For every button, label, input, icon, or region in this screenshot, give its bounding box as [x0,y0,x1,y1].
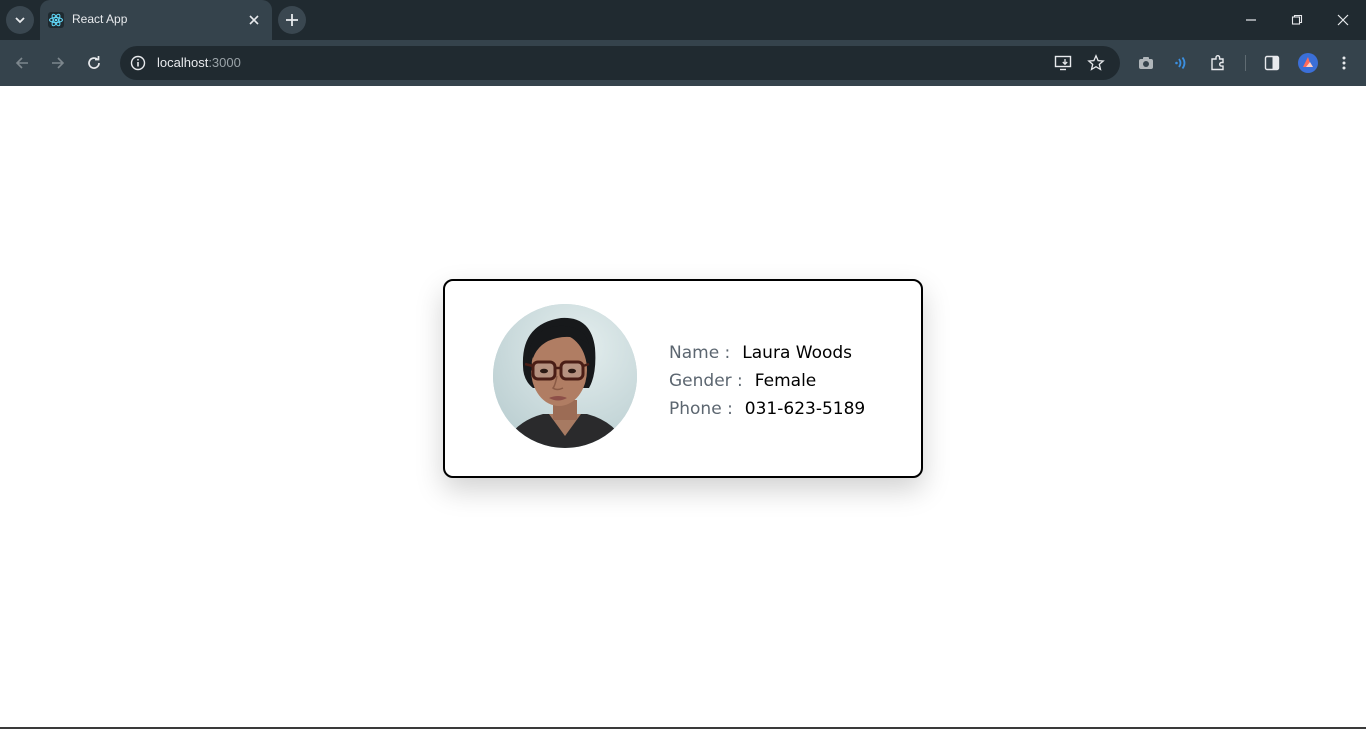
camera-extension-button[interactable] [1136,53,1156,73]
name-label: Name : [669,343,731,363]
address-bar[interactable]: localhost:3000 [120,46,1120,80]
profile-avatar-icon [1298,53,1318,73]
toolbar-divider [1245,55,1246,71]
menu-button[interactable] [1334,53,1354,73]
back-icon [15,57,28,69]
tab-search-button[interactable] [6,6,34,34]
close-icon [1337,14,1349,26]
plus-icon [286,14,298,26]
avatar [493,304,637,448]
phone-label: Phone : [669,399,733,419]
restore-button[interactable] [1287,10,1307,30]
tab-title: React App [72,12,128,26]
close-window-button[interactable] [1333,10,1353,30]
react-favicon-icon [48,12,64,28]
profile-info: Name : Laura Woods Gender : Female Phone :… [669,339,865,423]
gender-row: Gender : Female [669,367,865,395]
browser-tab[interactable]: React App [40,0,272,40]
close-icon[interactable] [246,12,262,28]
menu-icon [1342,56,1346,70]
browser-titlebar: React App [0,0,1366,40]
site-info-icon[interactable] [130,55,146,71]
install-app-icon[interactable] [1054,54,1072,72]
wifi-extension-icon [1175,56,1186,70]
minimize-button[interactable] [1241,10,1261,30]
profile-button[interactable] [1298,53,1318,73]
chevron-down-icon [15,17,25,24]
minimize-icon [1246,19,1256,21]
side-panel-icon [1264,55,1280,71]
url-host: localhost [157,55,209,70]
extensions-button[interactable] [1208,53,1228,73]
back-button[interactable] [12,53,32,73]
side-panel-button[interactable] [1262,53,1282,73]
new-tab-button[interactable] [278,6,306,34]
url-port: :3000 [208,55,241,70]
name-row: Name : Laura Woods [669,339,865,367]
name-value: Laura Woods [742,343,853,363]
phone-value: 031-623-5189 [744,399,866,419]
phone-row: Phone : 031-623-5189 [669,395,865,423]
gender-value: Female [754,371,817,391]
url-text[interactable]: localhost:3000 [157,55,241,70]
star-icon[interactable] [1087,54,1105,72]
reload-icon [88,56,100,69]
profile-card: Name : Laura Woods Gender : Female Phone :… [443,279,923,478]
restore-icon [1291,14,1303,25]
camera-icon [1139,57,1153,69]
extensions-icon [1211,55,1224,71]
reload-button[interactable] [84,53,104,73]
browser-toolbar: localhost:3000 [0,40,1366,86]
forward-icon [52,57,65,69]
wifi-extension-button[interactable] [1172,53,1192,73]
gender-label: Gender : [669,371,743,391]
avatar-photo [493,304,637,448]
forward-button[interactable] [48,53,68,73]
page-viewport: Name : Laura Woods Gender : Female Phone :… [0,86,1366,727]
